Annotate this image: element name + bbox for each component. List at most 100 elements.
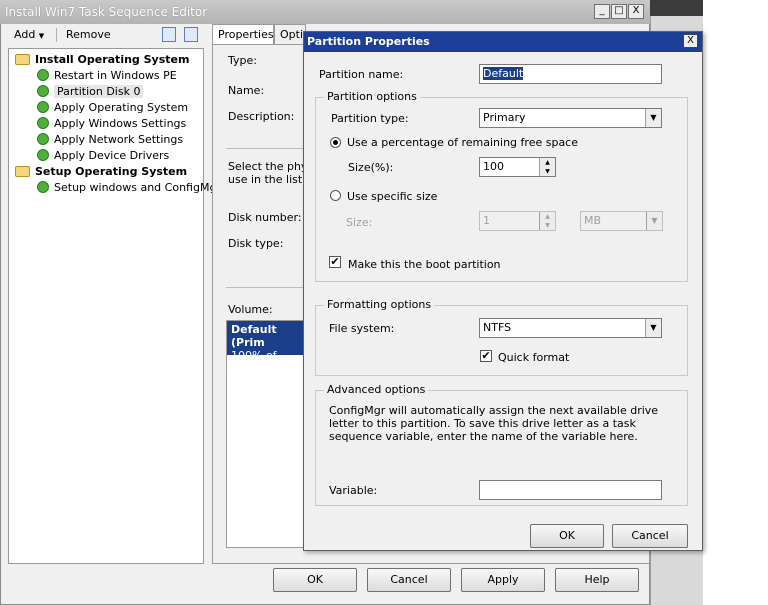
specific-size-radio[interactable] — [330, 190, 341, 201]
variable-input[interactable] — [479, 480, 662, 500]
select-disk-text-1: Select the phys — [228, 160, 314, 173]
editor-toolbar: Add ▼ Remove — [8, 26, 204, 46]
spin-down-icon[interactable]: ▼ — [539, 167, 555, 176]
dialog-title-bar: Partition Properties — [304, 32, 702, 52]
size-label: Size: — [346, 216, 373, 229]
check-status-icon — [37, 133, 49, 145]
description-label: Description: — [228, 110, 295, 123]
folder-icon — [15, 54, 30, 65]
partition-type-select[interactable]: Primary ▼ — [479, 108, 662, 128]
tree-item-label: Setup Operating System — [35, 165, 188, 178]
chevron-down-icon: ▼ — [38, 32, 45, 40]
check-status-icon — [37, 181, 49, 193]
quick-format-label: Quick format — [498, 351, 570, 364]
boot-partition-checkbox[interactable]: ✔ — [329, 256, 341, 268]
folder-icon — [15, 166, 30, 177]
tree-item-apply-device-drivers[interactable]: Apply Device Drivers — [37, 148, 169, 163]
tree-item-partition-disk[interactable]: Partition Disk 0 — [37, 84, 144, 99]
advanced-options-description: ConfigMgr will automatically assign the … — [329, 404, 659, 443]
task-sequence-tree[interactable]: Install Operating System Restart in Wind… — [8, 48, 221, 564]
size-percent-stepper[interactable]: 100 ▲ ▼ — [479, 157, 556, 177]
check-status-icon — [37, 85, 49, 97]
move-down-icon[interactable] — [184, 27, 198, 42]
editor-title-bar: Install Win7 Task Sequence Editor — [0, 0, 650, 24]
tree-item-label: Apply Operating System — [54, 101, 189, 114]
tree-item-label: Apply Network Settings — [54, 133, 184, 146]
tree-item-label: Apply Windows Settings — [54, 117, 187, 130]
dialog-close-button[interactable]: X — [683, 34, 698, 48]
tree-group-install-os[interactable]: Install Operating System — [15, 52, 189, 67]
dropdown-arrow-icon: ▼ — [645, 109, 661, 127]
dropdown-arrow-icon: ▼ — [645, 319, 661, 337]
size-percent-label: Size(%): — [348, 161, 394, 174]
partition-type-value: Primary — [483, 111, 526, 124]
type-label: Type: — [228, 54, 257, 67]
partition-name-label: Partition name: — [319, 68, 404, 81]
size-value: 1 — [483, 214, 490, 227]
percentage-radio-label: Use a percentage of remaining free space — [347, 136, 578, 149]
close-button[interactable]: X — [628, 4, 644, 19]
add-label: Add — [14, 28, 36, 41]
tree-item-apply-os[interactable]: Apply Operating System — [37, 100, 188, 115]
check-status-icon — [37, 101, 49, 113]
percentage-radio[interactable] — [330, 137, 341, 148]
check-status-icon — [37, 149, 49, 161]
background-taskbar-strip — [650, 0, 703, 16]
maximize-button[interactable]: □ — [611, 4, 627, 19]
cancel-button[interactable]: Cancel — [367, 568, 451, 592]
dialog-cancel-button[interactable]: Cancel — [612, 524, 688, 548]
disk-type-label: Disk type: — [228, 237, 284, 250]
partition-options-legend: Partition options — [324, 90, 420, 103]
size-percent-value: 100 — [483, 160, 504, 173]
tree-item-apply-network-settings[interactable]: Apply Network Settings — [37, 132, 183, 147]
tree-item-label: Apply Device Drivers — [54, 149, 170, 162]
tab-properties[interactable]: Properties — [212, 24, 274, 44]
tree-item-label: Install Operating System — [35, 53, 190, 66]
dialog-ok-button[interactable]: OK — [530, 524, 604, 548]
tree-item-apply-windows-settings[interactable]: Apply Windows Settings — [37, 116, 186, 131]
tree-item-restart-winpe[interactable]: Restart in Windows PE — [37, 68, 177, 83]
variable-label: Variable: — [329, 484, 378, 497]
volume-list-item[interactable]: Default (Prim 100% of rema — [227, 321, 305, 375]
boot-partition-label: Make this the boot partition — [348, 258, 501, 271]
partition-name-value: Default — [483, 67, 524, 80]
remove-button[interactable]: Remove — [62, 26, 115, 44]
dialog-title: Partition Properties — [307, 35, 430, 48]
tab-options[interactable]: Options — [274, 24, 306, 44]
volume-list[interactable]: Default (Prim 100% of rema — [226, 320, 306, 548]
partition-name-input[interactable]: Default — [479, 64, 662, 84]
specific-size-radio-label: Use specific size — [347, 190, 438, 203]
dropdown-arrow-icon: ▼ — [646, 212, 662, 230]
partition-type-label: Partition type: — [331, 112, 409, 125]
toolbar-divider — [56, 28, 57, 42]
formatting-options-legend: Formatting options — [324, 298, 435, 311]
help-button[interactable]: Help — [555, 568, 639, 592]
size-unit-value: MB — [584, 214, 602, 227]
spin-down-icon: ▼ — [539, 221, 555, 230]
select-disk-text-2: use in the list b — [228, 173, 313, 186]
check-status-icon — [37, 69, 49, 81]
tree-item-setup-windows-configmgr[interactable]: Setup windows and ConfigMgr — [37, 180, 221, 195]
quick-format-checkbox[interactable]: ✔ — [480, 350, 492, 362]
ok-button[interactable]: OK — [273, 568, 357, 592]
apply-button[interactable]: Apply — [461, 568, 545, 592]
tree-item-label: Setup windows and ConfigMgr — [54, 181, 221, 194]
tree-item-label: Partition Disk 0 — [54, 85, 144, 98]
tree-group-setup-os[interactable]: Setup Operating System — [15, 164, 187, 179]
move-up-icon[interactable] — [162, 27, 176, 42]
volume-label: Volume: — [228, 303, 273, 316]
add-menu-button[interactable]: Add ▼ — [10, 26, 48, 44]
disk-number-label: Disk number: — [228, 211, 302, 224]
file-system-label: File system: — [329, 322, 395, 335]
tree-item-label: Restart in Windows PE — [54, 69, 177, 82]
file-system-select[interactable]: NTFS ▼ — [479, 318, 662, 338]
spin-up-icon[interactable]: ▲ — [539, 158, 555, 167]
file-system-value: NTFS — [483, 321, 512, 334]
spin-up-icon: ▲ — [539, 212, 555, 221]
separator — [226, 287, 306, 288]
editor-title: Install Win7 Task Sequence Editor — [5, 5, 208, 19]
check-status-icon — [37, 117, 49, 129]
volume-item-subtitle: 100% of rema — [231, 349, 277, 375]
volume-item-title: Default (Prim — [231, 323, 277, 349]
minimize-button[interactable]: _ — [594, 4, 610, 19]
